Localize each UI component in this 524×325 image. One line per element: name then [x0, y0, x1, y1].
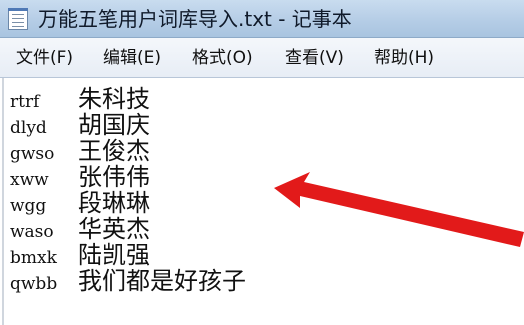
text-line: bmxk 陆凯强	[10, 242, 150, 268]
text-line: qwbb 我们都是好孩子	[10, 268, 246, 294]
red-arrow-annotation	[274, 172, 524, 247]
wubi-code: qwbb	[10, 274, 58, 294]
arrow-icon	[274, 172, 524, 247]
phrase-word: 华英杰	[78, 215, 150, 243]
menu-view[interactable]: 查看(V)	[285, 46, 344, 70]
text-line: waso 华英杰	[10, 216, 150, 242]
text-line: wgg 段琳琳	[10, 190, 150, 216]
phrase-word: 段琳琳	[78, 189, 150, 217]
notepad-icon[interactable]	[8, 8, 28, 30]
phrase-word: 陆凯强	[78, 241, 150, 269]
menu-format[interactable]: 格式(O)	[192, 46, 253, 70]
phrase-word: 王俊杰	[78, 137, 150, 165]
menu-file[interactable]: 文件(F)	[16, 46, 73, 70]
phrase-word: 朱科技	[78, 85, 150, 113]
editor-border	[2, 78, 4, 325]
menu-help[interactable]: 帮助(H)	[374, 46, 434, 70]
text-line: rtrf 朱科技	[10, 86, 150, 112]
phrase-word: 胡国庆	[78, 111, 150, 139]
title-bar[interactable]: 万能五笔用户词库导入.txt - 记事本	[0, 0, 524, 38]
text-line: dlyd 胡国庆	[10, 112, 150, 138]
window-title: 万能五笔用户词库导入.txt - 记事本	[38, 7, 352, 31]
menu-edit[interactable]: 编辑(E)	[103, 46, 161, 70]
menu-bar: 文件(F) 编辑(E) 格式(O) 查看(V) 帮助(H)	[0, 38, 524, 78]
text-line: gwso 王俊杰	[10, 138, 150, 164]
phrase-word: 我们都是好孩子	[78, 267, 246, 295]
text-line: xww 张伟伟	[10, 164, 150, 190]
phrase-word: 张伟伟	[78, 163, 150, 191]
